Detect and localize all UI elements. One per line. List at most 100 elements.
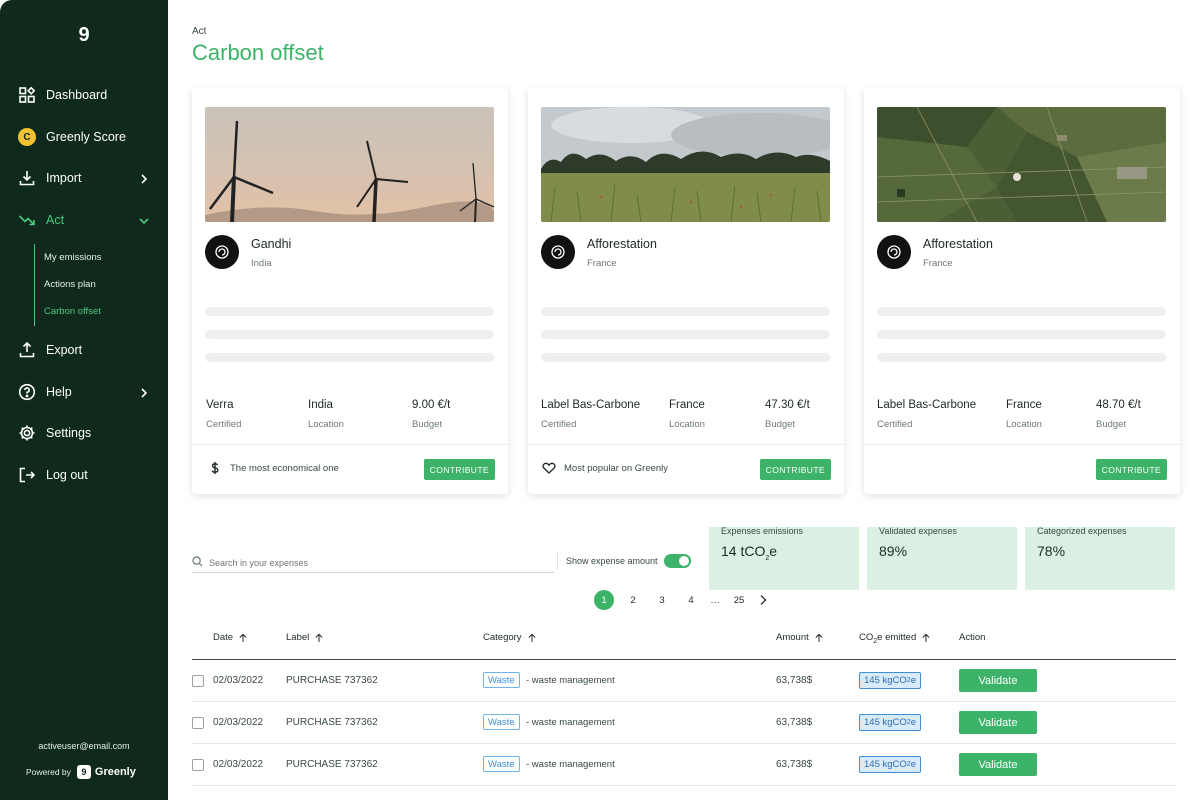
score-badge: C <box>18 128 36 146</box>
kpi-label: Expenses emissions <box>721 526 804 536</box>
contribute-button[interactable]: CONTRIBUTE <box>423 459 495 480</box>
sidebar-item-act[interactable]: Act <box>18 208 150 232</box>
kpi-expenses-emissions: Expenses emissions 14 tCO2e <box>709 526 859 590</box>
row-category: - waste management <box>526 759 615 770</box>
row-checkbox[interactable] <box>192 717 204 729</box>
row-checkbox[interactable] <box>192 759 204 771</box>
table-row: 02/03/2022 PURCHASE 737362 Waste - waste… <box>192 660 1176 702</box>
stat-location: France Location <box>669 399 705 430</box>
upload-icon <box>18 341 36 359</box>
search-input[interactable] <box>209 557 529 568</box>
project-logo-icon <box>877 235 911 269</box>
page-4[interactable]: 4 <box>681 590 701 610</box>
co2-badge: 145 kgCO 2 e <box>859 756 921 773</box>
row-category: - waste management <box>526 717 615 728</box>
stat-certified: Label Bas-Carbone Certified <box>541 399 641 430</box>
kpi-value: 78% <box>1037 543 1066 559</box>
subnav-item-carbon-offset[interactable]: Carbon offset <box>44 306 101 317</box>
show-amount-toggle[interactable] <box>663 554 691 568</box>
kpi-value: 14 tCO2e <box>721 543 778 562</box>
category-tag[interactable]: Waste <box>483 714 520 730</box>
act-subnav: My emissions Actions plan Carbon offset <box>34 244 154 326</box>
validate-button[interactable]: Validate <box>959 711 1037 734</box>
subnav-item-actions-plan[interactable]: Actions plan <box>44 279 96 290</box>
category-tag[interactable]: Waste <box>483 756 520 772</box>
row-label: PURCHASE 737362 <box>286 759 378 770</box>
expense-search <box>192 553 554 573</box>
search-icon <box>192 554 203 572</box>
skeleton-line <box>205 307 494 316</box>
card-divider <box>528 444 844 445</box>
page-last[interactable]: 25 <box>729 590 749 610</box>
column-header-category[interactable]: Category <box>483 632 537 643</box>
column-header-amount[interactable]: Amount <box>776 632 824 643</box>
card-highlight-text: Most popular on Greenly <box>564 462 669 474</box>
chevron-down-icon <box>138 214 150 226</box>
gear-icon <box>18 424 36 442</box>
sidebar-item-label: Help <box>46 385 72 399</box>
skeleton-line <box>541 353 830 362</box>
project-country: France <box>587 258 617 269</box>
sidebar-item-label: Export <box>46 343 83 357</box>
skeleton-line <box>541 330 830 339</box>
sidebar-item-label: Greenly Score <box>46 130 126 144</box>
kpi-validated-expenses: Validated expenses 89% <box>867 526 1017 590</box>
offset-project-card: Afforestation France Label Bas-Carbone C… <box>864 88 1180 494</box>
chevron-right-icon[interactable] <box>758 594 768 606</box>
page-2[interactable]: 2 <box>623 590 643 610</box>
row-label: PURCHASE 737362 <box>286 717 378 728</box>
sidebar-item-greenly-score[interactable]: C Greenly Score <box>18 125 150 149</box>
row-checkbox[interactable] <box>192 675 204 687</box>
greenly-logo[interactable]: 9 <box>76 24 92 46</box>
show-expense-amount: Show expense amount <box>557 552 691 570</box>
powered-by: Powered by 9 Greenly <box>26 765 136 779</box>
co2-badge: 145 kgCO 2 e <box>859 672 921 689</box>
row-category: - waste management <box>526 675 615 686</box>
breadcrumb[interactable]: Act <box>192 26 206 37</box>
sort-arrow-up-icon <box>814 633 824 643</box>
card-highlight: The most economical one <box>208 461 339 475</box>
subnav-item-my-emissions[interactable]: My emissions <box>44 252 102 263</box>
row-date: 02/03/2022 <box>213 717 264 728</box>
score-badge-icon: C <box>18 128 36 146</box>
page-1[interactable]: 1 <box>594 590 614 610</box>
sidebar-item-label: Act <box>46 213 65 227</box>
card-highlight-text: The most economical one <box>230 462 339 474</box>
sidebar-item-help[interactable]: Help <box>18 380 150 404</box>
sort-arrow-up-icon <box>314 633 324 643</box>
validate-button[interactable]: Validate <box>959 669 1037 692</box>
logout-icon <box>18 466 36 484</box>
category-tag[interactable]: Waste <box>483 672 520 688</box>
user-email: activeuser@email.com <box>38 741 130 751</box>
project-name: Afforestation <box>587 237 657 251</box>
column-header-label[interactable]: Label <box>286 632 324 643</box>
sidebar-item-import[interactable]: Import <box>18 166 150 190</box>
column-header-co2-emitted[interactable]: CO2e emitted <box>859 632 931 645</box>
skeleton-line <box>205 353 494 362</box>
chevron-right-icon <box>138 172 150 184</box>
contribute-button[interactable]: CONTRIBUTE <box>1095 459 1167 480</box>
validate-button[interactable]: Validate <box>959 753 1037 776</box>
sidebar-item-dashboard[interactable]: Dashboard <box>18 83 150 107</box>
stat-budget: 48.70 €/t Budget <box>1096 399 1141 430</box>
project-name: Afforestation <box>923 237 993 251</box>
sort-arrow-up-icon <box>921 633 931 643</box>
dollar-icon <box>208 461 222 475</box>
sidebar-item-label: Settings <box>46 426 92 440</box>
sidebar-item-settings[interactable]: Settings <box>18 421 150 445</box>
project-name: Gandhi <box>251 237 292 251</box>
kpi-categorized-expenses: Categorized expenses 78% <box>1025 526 1175 590</box>
kpi-label: Categorized expenses <box>1037 526 1127 536</box>
greenly-brand-name: Greenly <box>94 766 136 778</box>
contribute-button[interactable]: CONTRIBUTE <box>759 459 831 480</box>
column-header-date[interactable]: Date <box>213 632 248 643</box>
project-logo-icon <box>541 235 575 269</box>
stat-budget: 9.00 €/t Budget <box>412 399 451 430</box>
sidebar-item-export[interactable]: Export <box>18 338 150 362</box>
heart-icon <box>542 461 556 475</box>
table-row: 02/03/2022 PURCHASE 737362 Waste - waste… <box>192 702 1176 744</box>
page-ellipsis: … <box>710 594 720 606</box>
sidebar-item-log-out[interactable]: Log out <box>18 463 150 487</box>
page-3[interactable]: 3 <box>652 590 672 610</box>
offset-project-card: Gandhi India Verra Certified India Locat… <box>192 88 508 494</box>
